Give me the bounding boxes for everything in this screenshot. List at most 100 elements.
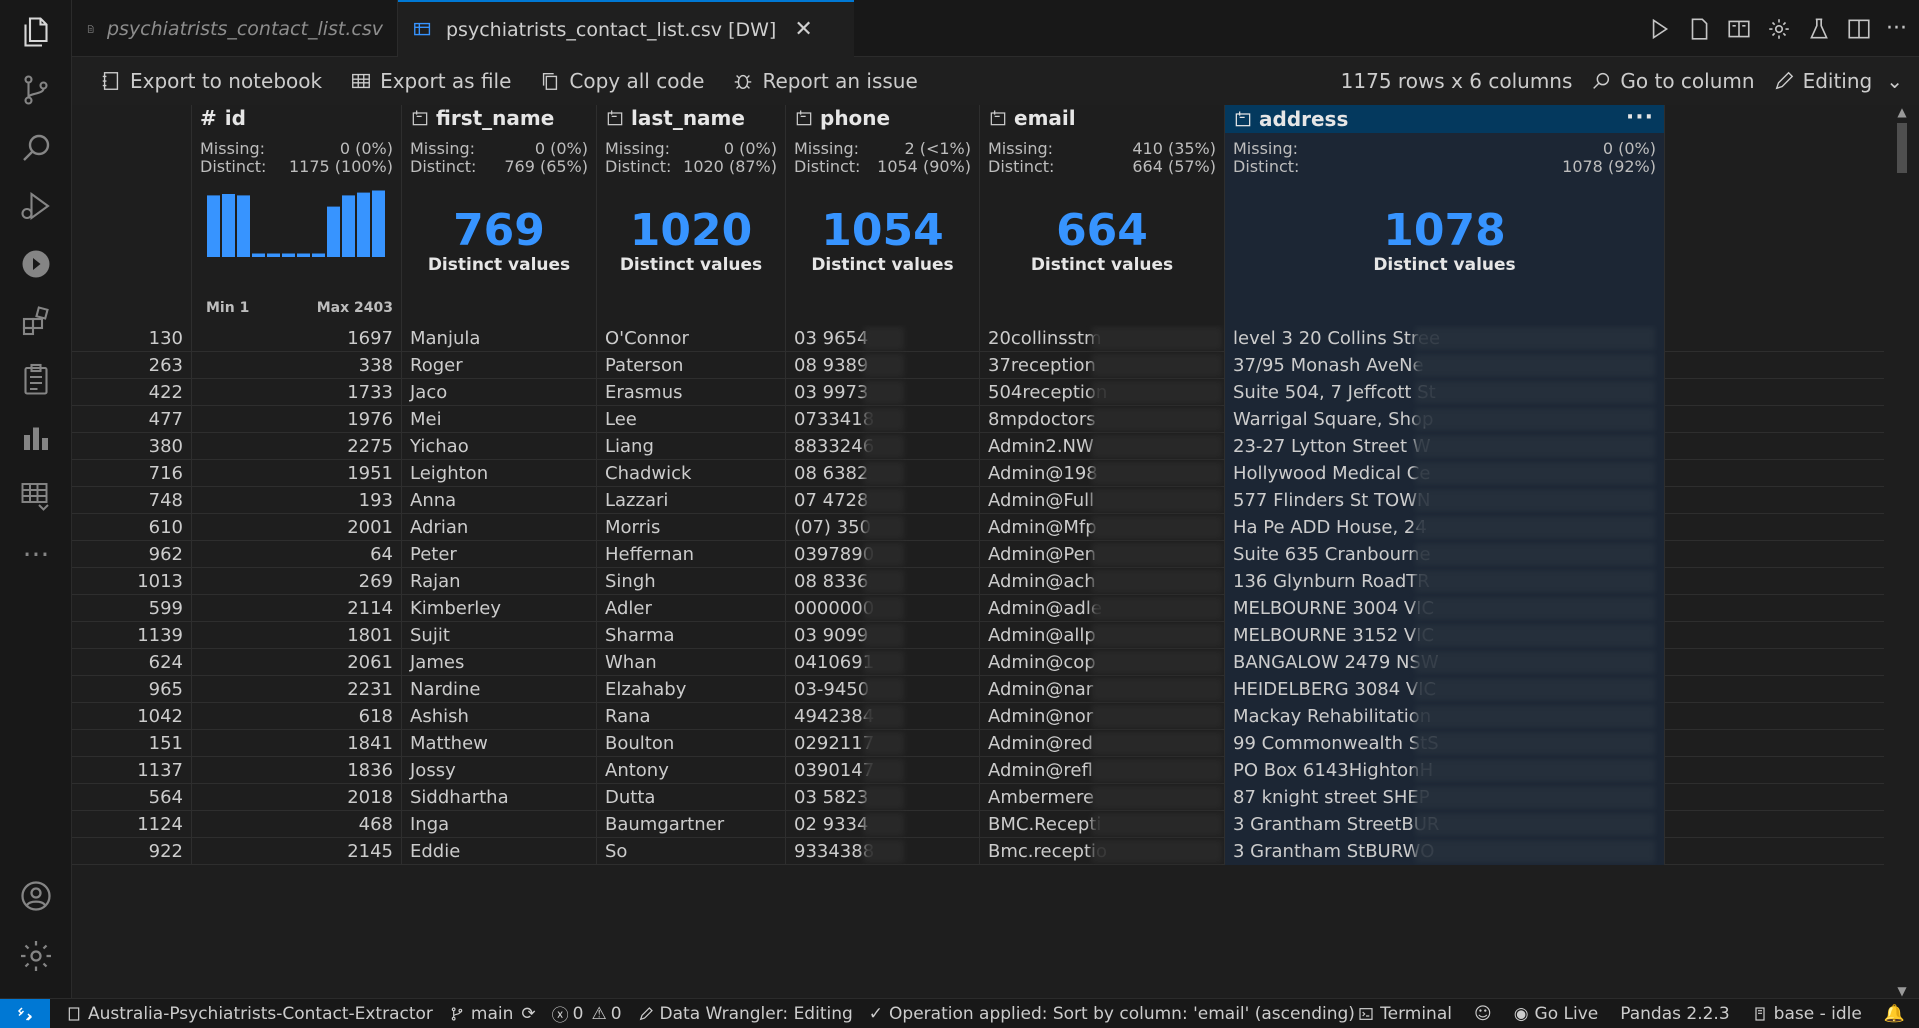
project-name[interactable]: Australia-Psychiatrists-Contact-Extracto… — [66, 1004, 433, 1024]
id-cell[interactable]: 2018 — [192, 784, 402, 811]
email-cell[interactable]: Admin@nor — [980, 703, 1225, 730]
id-cell[interactable]: 338 — [192, 352, 402, 379]
table-row[interactable]: 564 2018 Siddhartha Dutta 03 5823 Ambermere 87… — [72, 784, 1884, 811]
id-cell[interactable]: 193 — [192, 487, 402, 514]
email-cell[interactable]: Admin2.NW — [980, 433, 1225, 460]
email-cell[interactable]: 504reception — [980, 379, 1225, 406]
last-name-cell[interactable]: Adler — [597, 595, 786, 622]
gear-icon[interactable] — [1766, 16, 1792, 42]
phone-cell[interactable]: 03 9973 — [786, 379, 980, 406]
address-cell[interactable]: 577 Flinders St TOWN — [1225, 487, 1665, 514]
last-name-cell[interactable]: Paterson — [597, 352, 786, 379]
copy-all-code-button[interactable]: Copy all code — [539, 69, 704, 93]
address-cell[interactable]: 23-27 Lytton Street W — [1225, 433, 1665, 460]
email-cell[interactable]: Admin@Mfp — [980, 514, 1225, 541]
vertical-scrollbar[interactable]: ▲ ▼ — [1895, 105, 1909, 998]
tab-data-wrangler[interactable]: psychiatrists_contact_list.csv [DW] ✕ — [398, 0, 854, 57]
email-cell[interactable]: 8mpdoctors — [980, 406, 1225, 433]
phone-cell[interactable]: 4942384 — [786, 703, 980, 730]
table-row[interactable]: 962 64 Peter Heffernan 0397890 Admin@Pen Suite… — [72, 541, 1884, 568]
row-index[interactable]: 624 — [72, 649, 192, 676]
row-index[interactable]: 748 — [72, 487, 192, 514]
address-cell[interactable]: BANGALOW 2479 NSW — [1225, 649, 1665, 676]
last-name-cell[interactable]: Boulton — [597, 730, 786, 757]
settings-gear-icon[interactable] — [0, 928, 72, 984]
row-index[interactable]: 422 — [72, 379, 192, 406]
table-row[interactable]: 422 1733 Jaco Erasmus 03 9973 504reception Sui… — [72, 379, 1884, 406]
last-name-cell[interactable]: Sharma — [597, 622, 786, 649]
row-index[interactable]: 263 — [72, 352, 192, 379]
row-index[interactable]: 380 — [72, 433, 192, 460]
pandas-version[interactable]: Pandas 2.2.3 — [1620, 1004, 1729, 1024]
phone-cell[interactable]: 02 9334 — [786, 811, 980, 838]
column-header-id[interactable]: # id Missing: 0 (0%) Distinct: 1175 (100%)… — [192, 105, 402, 325]
table-row[interactable]: 130 1697 Manjula O'Connor 03 9654 20collinsst… — [72, 325, 1884, 352]
table-row[interactable]: 1124 468 Inga Baumgartner 02 9334 BMC.Recepti… — [72, 811, 1884, 838]
row-index[interactable]: 1124 — [72, 811, 192, 838]
id-cell[interactable]: 1976 — [192, 406, 402, 433]
first-name-cell[interactable]: Yichao — [402, 433, 597, 460]
problems-indicator[interactable]: ⓧ 0 ⚠ 0 — [552, 1001, 622, 1027]
column-header-email[interactable]: email Missing: 410 (35%) Distinct: 664 (57… — [980, 105, 1225, 325]
table-row[interactable]: 1137 1836 Jossy Antony 0390147 Admin@refl PO B… — [72, 757, 1884, 784]
row-index[interactable]: 716 — [72, 460, 192, 487]
last-name-cell[interactable]: Lee — [597, 406, 786, 433]
mode-dropdown[interactable]: Editing ⌄ — [1773, 69, 1903, 93]
address-cell[interactable]: Mackay Rehabilitation — [1225, 703, 1665, 730]
table-row[interactable]: 716 1951 Leighton Chadwick 08 6382 Admin@198 H… — [72, 460, 1884, 487]
address-cell[interactable]: Suite 504, 7 Jeffcott St — [1225, 379, 1665, 406]
first-name-cell[interactable]: Leighton — [402, 460, 597, 487]
tab-csv-file[interactable]: psychiatrists_contact_list.csv — [72, 0, 398, 57]
flask-icon[interactable] — [1806, 16, 1832, 42]
id-cell[interactable]: 1836 — [192, 757, 402, 784]
row-index[interactable]: 1137 — [72, 757, 192, 784]
first-name-cell[interactable]: Jaco — [402, 379, 597, 406]
scroll-up-icon[interactable]: ▲ — [1895, 105, 1909, 119]
phone-cell[interactable]: (07) 350 — [786, 514, 980, 541]
address-cell[interactable]: 37/95 Monash AveNe — [1225, 352, 1665, 379]
address-cell[interactable]: Suite 635 Cranbourne — [1225, 541, 1665, 568]
clipboard-icon[interactable] — [0, 352, 72, 408]
id-cell[interactable]: 2001 — [192, 514, 402, 541]
row-index[interactable]: 922 — [72, 838, 192, 865]
table-row[interactable]: 922 2145 Eddie So 9334388 Bmc.receptio 3 Grant… — [72, 838, 1884, 865]
scroll-thumb[interactable] — [1897, 123, 1907, 173]
phone-cell[interactable]: 0390147 — [786, 757, 980, 784]
id-cell[interactable]: 1801 — [192, 622, 402, 649]
preview-icon[interactable] — [1726, 16, 1752, 42]
id-cell[interactable]: 269 — [192, 568, 402, 595]
phone-cell[interactable]: 9334388 — [786, 838, 980, 865]
email-cell[interactable]: Ambermere — [980, 784, 1225, 811]
last-name-cell[interactable]: Liang — [597, 433, 786, 460]
first-name-cell[interactable]: Kimberley — [402, 595, 597, 622]
id-cell[interactable]: 1697 — [192, 325, 402, 352]
email-cell[interactable]: Admin@nar — [980, 676, 1225, 703]
phone-cell[interactable]: 03-9450 — [786, 676, 980, 703]
table-row[interactable]: 1013 269 Rajan Singh 08 8336 Admin@ach 136 Gly… — [72, 568, 1884, 595]
branch-indicator[interactable]: main ⟳ — [449, 1004, 536, 1024]
address-cell[interactable]: Warrigal Square, Shop — [1225, 406, 1665, 433]
column-header-address[interactable]: address ··· Missing: 0 (0%) Distinct: 1078… — [1225, 105, 1665, 325]
account-icon[interactable] — [0, 868, 72, 924]
email-cell[interactable]: Admin@ach — [980, 568, 1225, 595]
id-cell[interactable]: 2275 — [192, 433, 402, 460]
email-cell[interactable]: Admin@Full — [980, 487, 1225, 514]
export-to-notebook-button[interactable]: Export to notebook — [100, 69, 322, 93]
email-cell[interactable]: Admin@allp — [980, 622, 1225, 649]
last-name-cell[interactable]: Elzahaby — [597, 676, 786, 703]
first-name-cell[interactable]: Manjula — [402, 325, 597, 352]
column-header-first-name[interactable]: first_name Missing: 0 (0%) Distinct: 769 (… — [402, 105, 597, 325]
phone-cell[interactable]: 0397890 — [786, 541, 980, 568]
last-name-cell[interactable]: Baumgartner — [597, 811, 786, 838]
explorer-icon[interactable] — [0, 4, 72, 60]
id-cell[interactable]: 618 — [192, 703, 402, 730]
id-cell[interactable]: 1841 — [192, 730, 402, 757]
id-cell[interactable]: 64 — [192, 541, 402, 568]
first-name-cell[interactable]: Adrian — [402, 514, 597, 541]
extensions-icon[interactable] — [0, 294, 72, 350]
column-more-icon[interactable]: ··· — [1626, 105, 1654, 130]
last-name-cell[interactable]: Heffernan — [597, 541, 786, 568]
table-row[interactable]: 380 2275 Yichao Liang 8833246 Admin2.NW 23-27 … — [72, 433, 1884, 460]
source-control-icon[interactable] — [0, 62, 72, 118]
id-cell[interactable]: 468 — [192, 811, 402, 838]
